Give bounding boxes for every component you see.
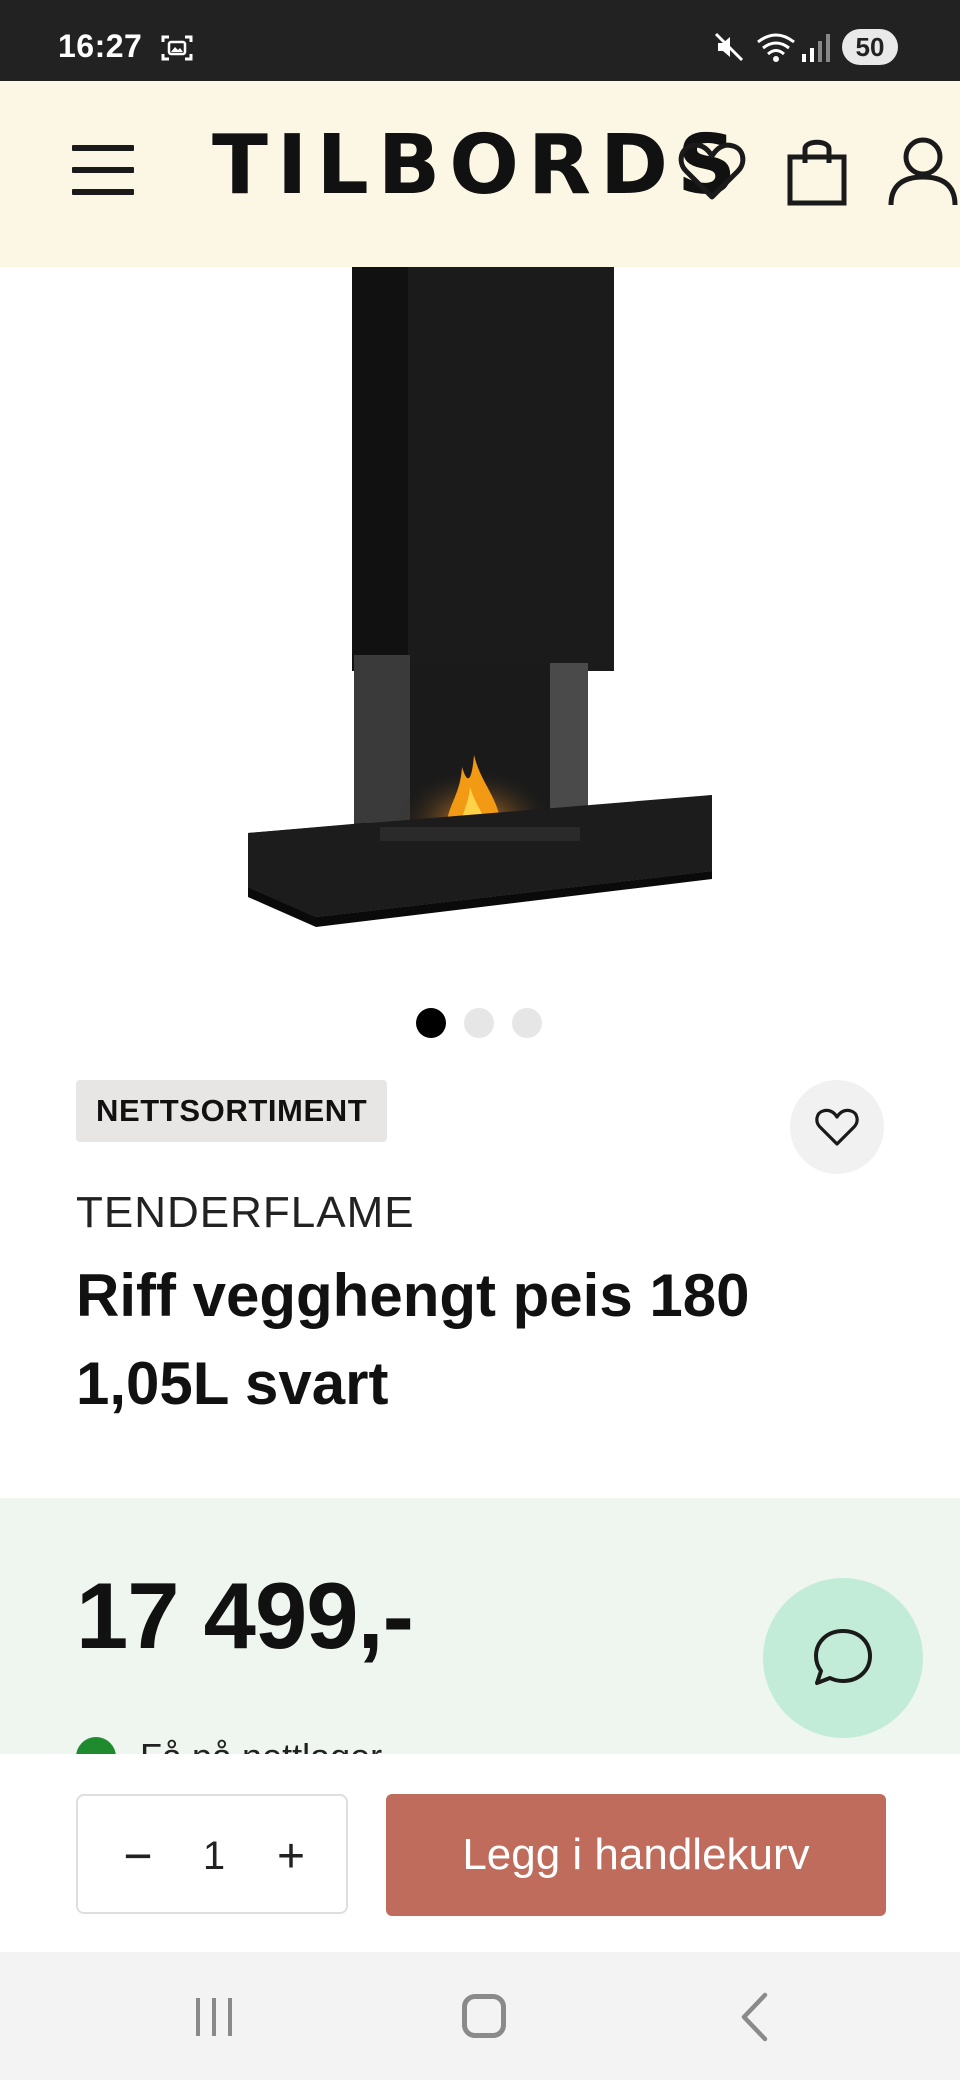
purchase-bar: − 1 + Legg i handlekurv <box>0 1754 960 1952</box>
add-to-wishlist-button[interactable] <box>790 1080 884 1174</box>
battery-indicator: 50 <box>842 29 898 65</box>
wifi-icon <box>757 33 795 62</box>
heart-icon <box>815 1108 859 1146</box>
heart-icon[interactable] <box>676 135 748 207</box>
product-image[interactable] <box>0 267 960 967</box>
product-badge: NETTSORTIMENT <box>76 1080 388 1142</box>
recents-icon[interactable] <box>192 1996 236 2038</box>
fireplace-illustration <box>248 267 712 927</box>
carousel-dots <box>416 1008 542 1038</box>
quantity-stepper: − 1 + <box>76 1794 348 1914</box>
chat-bubble-icon <box>814 1629 872 1685</box>
status-time: 16:27 <box>58 28 143 64</box>
menu-icon-bar <box>72 145 134 151</box>
check-icon <box>76 1737 116 1754</box>
product-brand[interactable]: TENDERFLAME <box>76 1188 415 1238</box>
chat-button[interactable] <box>763 1578 923 1738</box>
quantity-value[interactable]: 1 <box>184 1826 244 1886</box>
carousel-dot[interactable] <box>512 1008 542 1038</box>
signal-icon <box>802 34 830 62</box>
quantity-decrease-button[interactable]: − <box>108 1826 168 1886</box>
home-icon[interactable] <box>462 1994 506 2038</box>
stock-status: Få på nettlager <box>76 1736 382 1754</box>
quantity-increase-button[interactable]: + <box>261 1826 321 1886</box>
menu-button[interactable] <box>72 145 134 201</box>
product-title: Riff vegghengt peis 180 1,05L svart <box>76 1262 750 1417</box>
carousel-dot[interactable] <box>416 1008 446 1038</box>
user-icon[interactable] <box>886 135 960 207</box>
menu-icon-bar <box>72 167 134 173</box>
product-price: 17 499,- <box>76 1563 414 1668</box>
stock-status-text: Få på nettlager <box>140 1736 382 1754</box>
shopping-bag-icon[interactable] <box>786 135 848 207</box>
status-bar: 16:27 50 <box>0 0 960 81</box>
carousel-dot[interactable] <box>464 1008 494 1038</box>
screenshot-icon <box>161 35 193 61</box>
menu-icon-bar <box>72 189 134 195</box>
back-icon[interactable] <box>738 1992 770 2042</box>
site-header: TILBORDS <box>0 81 960 267</box>
site-logo[interactable]: TILBORDS <box>212 125 745 207</box>
mute-icon <box>714 32 744 62</box>
system-nav-bar <box>0 1952 960 2080</box>
add-to-cart-button[interactable]: Legg i handlekurv <box>386 1794 886 1916</box>
